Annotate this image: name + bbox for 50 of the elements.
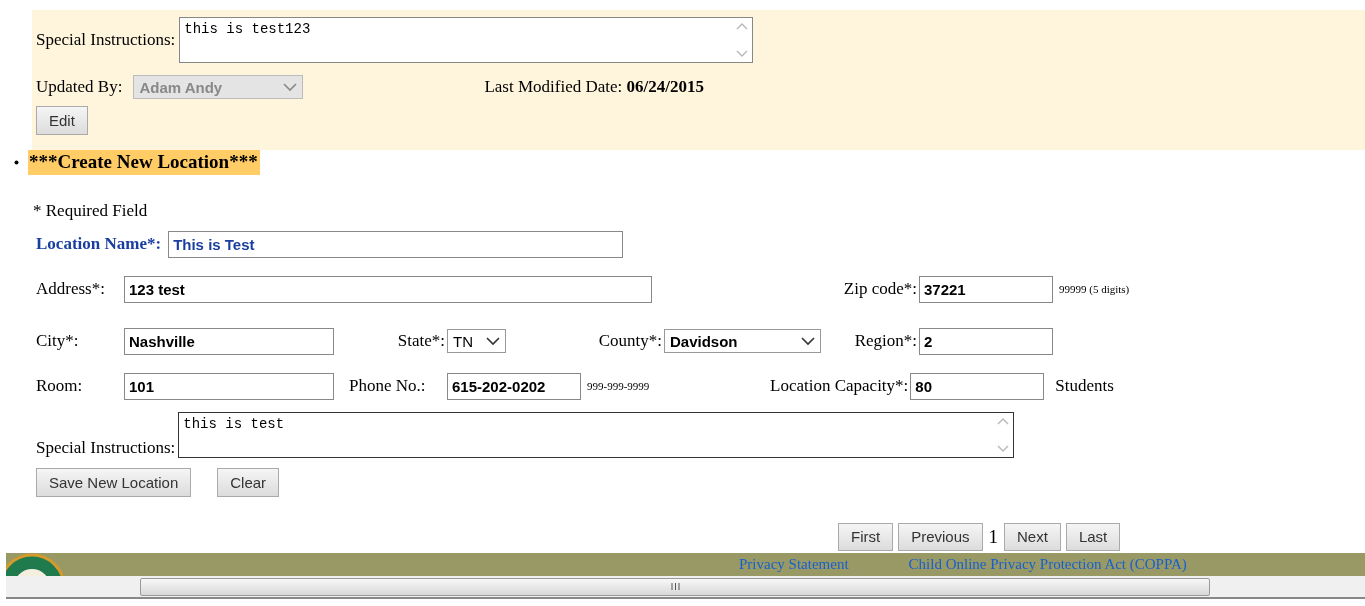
pager-button[interactable]: Last: [1065, 522, 1121, 551]
field-label: Zip code*:: [842, 279, 918, 299]
zip-code-field[interactable]: 37221: [919, 275, 1053, 303]
field-label: Location Name*:: [36, 234, 162, 254]
room-field[interactable]: 101: [124, 372, 334, 400]
field-label: State*:: [396, 331, 446, 351]
field-label: City*:: [36, 331, 80, 351]
field-label: Location Capacity*:: [769, 376, 910, 396]
address-field[interactable]: 123 test: [124, 275, 652, 303]
pager-button[interactable]: Next: [1004, 522, 1061, 551]
edit-button[interactable]: Edit: [36, 106, 88, 135]
chevron-icon: [283, 82, 298, 92]
scroll-up-icon[interactable]: [735, 21, 750, 31]
grip-icon: [670, 583, 680, 590]
scroll-down-icon[interactable]: [735, 49, 750, 59]
horizontal-scrollbar[interactable]: [6, 576, 1365, 599]
special-instructions-field[interactable]: this is test: [178, 412, 1015, 458]
format-hint: 999-999-9999: [587, 380, 650, 392]
scrollbar-thumb[interactable]: [140, 577, 1210, 596]
field-label: Region*:: [853, 331, 918, 351]
form-button[interactable]: Save New Location: [36, 468, 192, 497]
capacity-field[interactable]: 80: [910, 372, 1045, 400]
last-modified-text: Last Modified Date: 06/24/2015: [484, 77, 704, 97]
unit-label: Students: [1055, 376, 1114, 396]
pager-button[interactable]: First: [838, 522, 894, 551]
special-instructions-field[interactable]: this is test123: [179, 17, 754, 63]
form-button[interactable]: Clear: [217, 468, 280, 497]
field-label: Special Instructions:: [36, 438, 176, 458]
required-note: * Required Field: [33, 201, 149, 221]
chevron-icon: [486, 336, 500, 346]
page-number: 1: [988, 525, 999, 548]
field-label: Phone No.:: [349, 376, 427, 396]
state-select[interactable]: TN: [447, 329, 506, 353]
phone-field[interactable]: 615-202-0202: [447, 372, 581, 400]
field-label: Room:: [36, 376, 84, 396]
pager-button[interactable]: Previous: [898, 522, 983, 551]
field-label: Special Instructions:: [36, 30, 176, 50]
chevron-icon: [801, 336, 815, 346]
section-title: ***Create New Location***: [28, 150, 260, 175]
scroll-down-icon[interactable]: [996, 444, 1011, 454]
format-hint: 99999 (5 digits): [1059, 283, 1130, 295]
field-label: Address*:: [36, 279, 106, 299]
bullet-icon: [14, 160, 19, 165]
field-label: County*:: [597, 331, 663, 351]
city-field[interactable]: Nashville: [124, 327, 334, 355]
field-label: Updated By:: [36, 77, 123, 97]
region-field[interactable]: 2: [919, 327, 1053, 355]
scroll-up-icon[interactable]: [996, 416, 1011, 426]
county-select[interactable]: Davidson: [664, 329, 821, 353]
location-name-field[interactable]: This is Test: [168, 230, 624, 258]
